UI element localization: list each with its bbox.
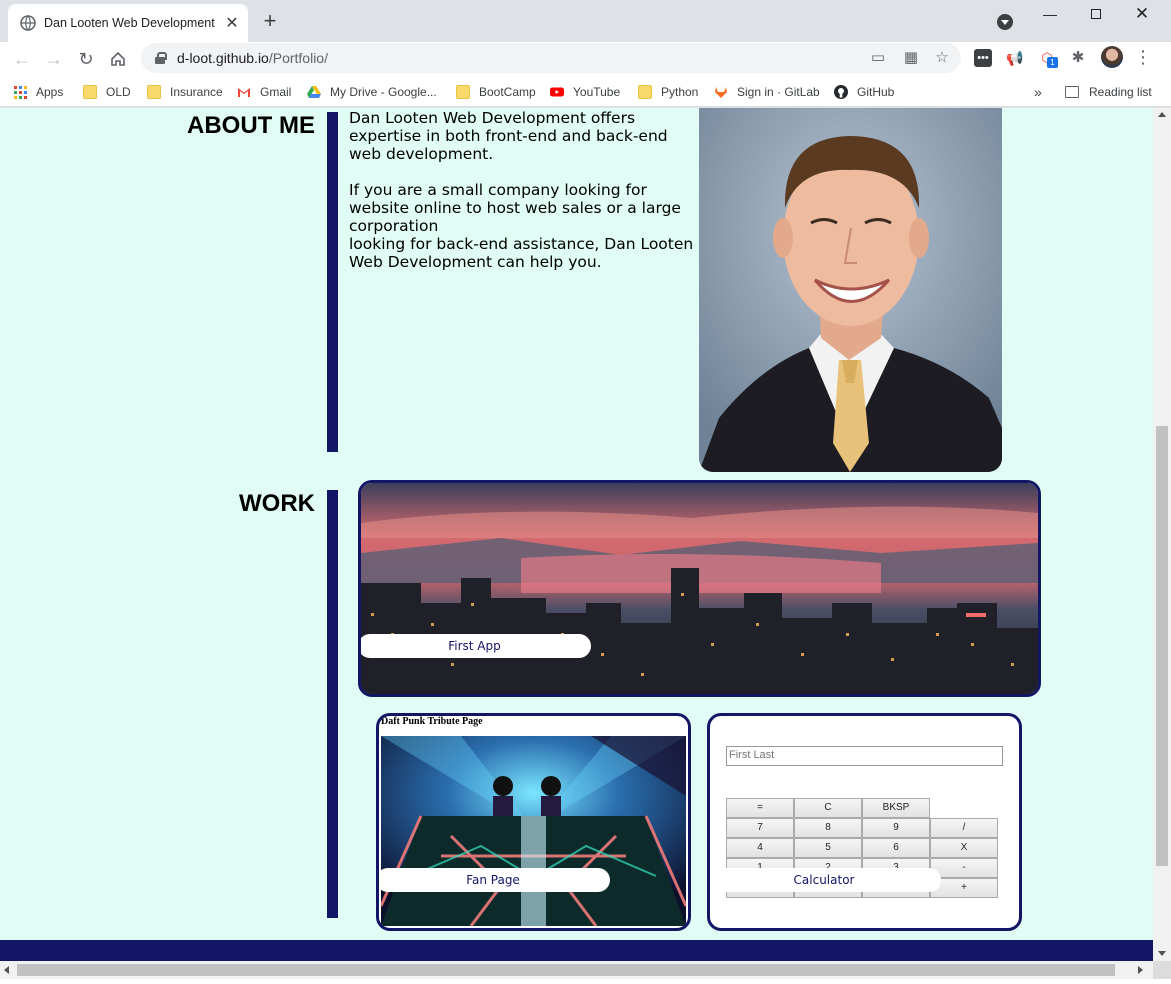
- bookmark-github[interactable]: GitHub: [834, 81, 894, 103]
- reload-icon[interactable]: ↻: [72, 45, 100, 73]
- menu-kebab-icon[interactable]: ⋮: [1133, 47, 1153, 69]
- extension-dots-icon[interactable]: •••: [974, 49, 992, 67]
- calc-key: C: [794, 798, 862, 818]
- extension-badge-icon[interactable]: ⬡1: [1038, 49, 1058, 68]
- first-app-label[interactable]: First App: [361, 634, 591, 658]
- google-drive-icon: [307, 86, 321, 98]
- scroll-left-icon[interactable]: [4, 966, 9, 974]
- folder-icon: [83, 85, 97, 99]
- fan-page-label[interactable]: Fan Page: [379, 868, 610, 892]
- profile-avatar[interactable]: [1101, 46, 1123, 68]
- browser-tab[interactable]: Dan Looten Web Development ✕: [8, 4, 248, 42]
- calculator-label[interactable]: Calculator: [710, 868, 941, 892]
- new-tab-icon[interactable]: +: [258, 10, 282, 34]
- reading-list-icon: [1065, 86, 1079, 98]
- calc-key: 6: [862, 838, 930, 858]
- calculator-preview-input: First Last: [726, 746, 1003, 766]
- bookmarks-bar: Apps OLD Insurance Gmail My Drive - Goog…: [0, 76, 1171, 107]
- browser-toolbar: ← → ↻ d-loot.github.io/Portfolio/ ▭ ▦ ☆ …: [0, 42, 1171, 76]
- calc-key: =: [726, 798, 794, 818]
- project-card-fan-page[interactable]: Daft Punk Tribute Page Fan Page: [376, 713, 691, 931]
- project-card-first-app[interactable]: First App: [358, 480, 1041, 697]
- page-footer: [0, 940, 1153, 961]
- window-bottom-edge: [0, 979, 1171, 984]
- minimize-icon[interactable]: —: [1027, 0, 1073, 28]
- bookmark-gmail[interactable]: Gmail: [237, 81, 291, 103]
- page-viewport: ABOUT ME Dan Looten Web Development offe…: [0, 108, 1153, 961]
- vertical-scroll-thumb[interactable]: [1156, 426, 1168, 866]
- puzzle-extensions-icon[interactable]: ✱: [1069, 49, 1087, 67]
- bookmark-insurance[interactable]: Insurance: [147, 81, 223, 103]
- close-tab-icon[interactable]: ✕: [220, 11, 244, 35]
- megaphone-icon[interactable]: 📢: [1006, 49, 1024, 67]
- address-bar[interactable]: d-loot.github.io/Portfolio/ ▭ ▦ ☆: [141, 43, 961, 73]
- scrollbar-corner: [1153, 961, 1171, 979]
- vertical-scrollbar[interactable]: [1153, 108, 1171, 961]
- calc-key: BKSP: [862, 798, 930, 818]
- bookmarks-overflow-icon[interactable]: »: [1034, 81, 1042, 103]
- folder-icon: [638, 85, 652, 99]
- github-icon: [834, 85, 848, 99]
- bookmark-star-icon[interactable]: ☆: [933, 49, 951, 67]
- fan-page-preview-title: Daft Punk Tribute Page: [381, 716, 483, 727]
- about-text: Dan Looten Web Development offers expert…: [349, 109, 701, 271]
- bookmark-python[interactable]: Python: [638, 81, 698, 103]
- fan-page-preview-image: [381, 736, 686, 926]
- reading-list-button[interactable]: Reading list: [1065, 81, 1152, 103]
- home-icon[interactable]: [104, 45, 132, 73]
- scroll-right-icon[interactable]: [1138, 966, 1143, 974]
- url-text: d-loot.github.io/Portfolio/: [177, 50, 328, 66]
- scroll-up-icon[interactable]: [1158, 112, 1166, 117]
- folder-icon: [147, 85, 161, 99]
- bookmark-youtube[interactable]: YouTube: [550, 81, 620, 103]
- gitlab-icon: [715, 87, 727, 98]
- calc-key: /: [930, 818, 998, 838]
- scroll-down-icon[interactable]: [1158, 951, 1166, 956]
- calc-key: 8: [794, 818, 862, 838]
- calc-key-empty: [930, 798, 998, 818]
- tab-search-icon[interactable]: [997, 14, 1013, 30]
- about-paragraph-1: Dan Looten Web Development offers expert…: [349, 109, 668, 163]
- work-heading: WORK: [239, 490, 315, 517]
- bookmark-old[interactable]: OLD: [83, 81, 131, 103]
- back-icon[interactable]: ←: [8, 45, 36, 73]
- calc-key: 5: [794, 838, 862, 858]
- forward-icon[interactable]: →: [40, 45, 68, 73]
- first-app-preview-image: [361, 483, 1038, 694]
- calc-key: 9: [862, 818, 930, 838]
- calc-key: X: [930, 838, 998, 858]
- globe-icon: [20, 15, 36, 31]
- apps-grid-icon: [14, 85, 27, 99]
- close-window-icon[interactable]: ✕: [1119, 0, 1165, 28]
- project-card-calculator[interactable]: First Last = C BKSP 7 8 9 / 4 5 6 X 1 2 …: [707, 713, 1022, 931]
- horizontal-scroll-thumb[interactable]: [17, 964, 1115, 976]
- bookmark-apps[interactable]: Apps: [14, 81, 63, 103]
- tab-title: Dan Looten Web Development: [44, 16, 215, 30]
- calc-key: 7: [726, 818, 794, 838]
- qr-code-icon[interactable]: ▦: [902, 49, 920, 67]
- profile-photo: [699, 108, 1002, 472]
- horizontal-scrollbar[interactable]: [0, 961, 1153, 979]
- folder-icon: [456, 85, 470, 99]
- tab-strip: Dan Looten Web Development ✕ + — ✕: [0, 0, 1171, 42]
- calc-key: 4: [726, 838, 794, 858]
- bookmark-gitlab[interactable]: Sign in · GitLab: [714, 81, 820, 103]
- youtube-icon: [550, 87, 564, 97]
- about-paragraph-2: If you are a small company looking for w…: [349, 181, 694, 271]
- about-heading: ABOUT ME: [187, 112, 315, 139]
- maximize-icon[interactable]: [1073, 0, 1119, 28]
- bookmark-bootcamp[interactable]: BootCamp: [456, 81, 536, 103]
- bookmark-my-drive[interactable]: My Drive - Google...: [307, 81, 437, 103]
- gmail-icon: [238, 88, 250, 97]
- about-divider-bar: [327, 112, 338, 452]
- install-app-icon[interactable]: ▭: [869, 49, 887, 67]
- work-divider-bar: [327, 490, 338, 918]
- lock-icon: [155, 52, 167, 64]
